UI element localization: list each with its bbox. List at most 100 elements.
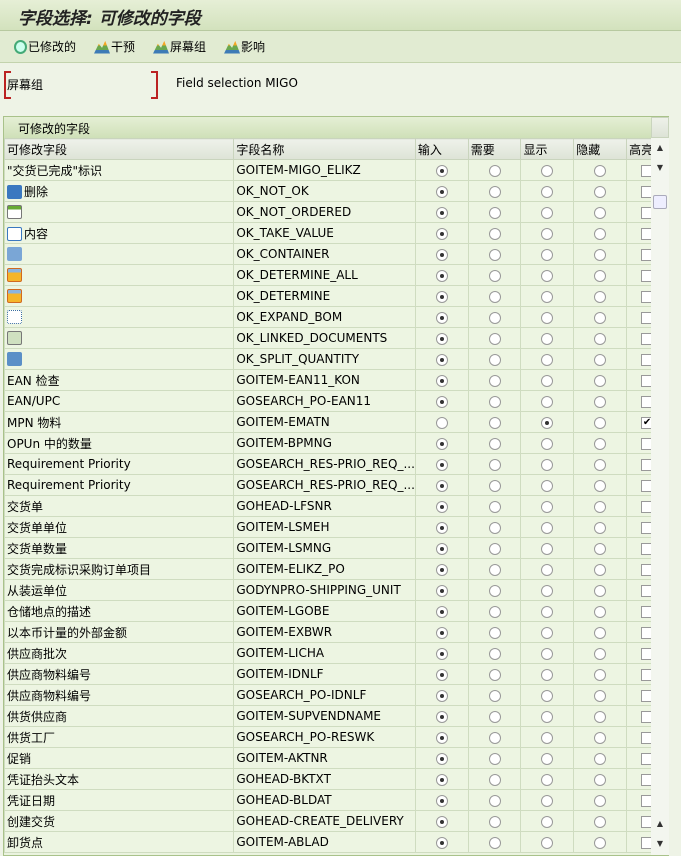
- radio-隐藏[interactable]: [594, 479, 607, 492]
- radio-需要[interactable]: [488, 794, 501, 807]
- radio-需要[interactable]: [488, 458, 501, 471]
- radio-显示[interactable]: [541, 794, 554, 807]
- radio-输入[interactable]: [435, 311, 448, 324]
- radio-需要[interactable]: [488, 773, 501, 786]
- radio-需要[interactable]: [488, 668, 501, 681]
- radio-需要[interactable]: [488, 815, 501, 828]
- radio-隐藏[interactable]: [594, 290, 607, 303]
- radio-显示[interactable]: [541, 395, 554, 408]
- radio-显示[interactable]: [541, 290, 554, 303]
- radio-显示[interactable]: [541, 353, 554, 366]
- radio-隐藏[interactable]: [594, 395, 607, 408]
- radio-输入[interactable]: [435, 374, 448, 387]
- radio-输入[interactable]: [435, 353, 448, 366]
- radio-输入[interactable]: [435, 542, 448, 555]
- radio-显示[interactable]: [541, 479, 554, 492]
- radio-隐藏[interactable]: [594, 647, 607, 660]
- radio-显示[interactable]: [541, 374, 554, 387]
- radio-显示[interactable]: [541, 626, 554, 639]
- radio-需要[interactable]: [488, 605, 501, 618]
- radio-需要[interactable]: [488, 185, 501, 198]
- radio-隐藏[interactable]: [594, 227, 607, 240]
- radio-输入[interactable]: [435, 521, 448, 534]
- radio-输入[interactable]: [435, 269, 448, 282]
- radio-隐藏[interactable]: [594, 710, 607, 723]
- radio-显示[interactable]: [541, 164, 554, 177]
- radio-需要[interactable]: [488, 248, 501, 261]
- vertical-scrollbar[interactable]: ▲ ▼ ▲ ▼: [651, 117, 669, 855]
- radio-显示[interactable]: [541, 647, 554, 660]
- scroll-down-button[interactable]: ▼: [652, 160, 668, 176]
- scroll-up-button[interactable]: ▲: [652, 140, 668, 156]
- page-up-button[interactable]: ▲: [652, 816, 668, 832]
- column-settings-corner[interactable]: [651, 117, 669, 138]
- radio-显示[interactable]: [541, 185, 554, 198]
- radio-隐藏[interactable]: [594, 311, 607, 324]
- radio-输入[interactable]: [435, 689, 448, 702]
- radio-需要[interactable]: [488, 647, 501, 660]
- radio-输入[interactable]: [435, 773, 448, 786]
- radio-输入[interactable]: [435, 290, 448, 303]
- modified-button[interactable]: 已修改的: [14, 38, 76, 55]
- radio-隐藏[interactable]: [594, 584, 607, 597]
- radio-显示[interactable]: [541, 836, 554, 849]
- radio-输入[interactable]: [435, 626, 448, 639]
- radio-输入[interactable]: [435, 836, 448, 849]
- radio-需要[interactable]: [488, 500, 501, 513]
- radio-需要[interactable]: [488, 164, 501, 177]
- radio-需要[interactable]: [488, 332, 501, 345]
- radio-隐藏[interactable]: [594, 185, 607, 198]
- radio-显示[interactable]: [541, 332, 554, 345]
- radio-隐藏[interactable]: [594, 752, 607, 765]
- radio-需要[interactable]: [488, 227, 501, 240]
- radio-显示[interactable]: [541, 248, 554, 261]
- intervene-button[interactable]: 干预: [94, 38, 135, 55]
- radio-隐藏[interactable]: [594, 563, 607, 576]
- radio-需要[interactable]: [488, 626, 501, 639]
- radio-隐藏[interactable]: [594, 248, 607, 261]
- radio-显示[interactable]: [541, 584, 554, 597]
- radio-显示[interactable]: [541, 269, 554, 282]
- page-down-button[interactable]: ▼: [652, 836, 668, 852]
- radio-输入[interactable]: [435, 563, 448, 576]
- radio-需要[interactable]: [488, 353, 501, 366]
- radio-显示[interactable]: [541, 227, 554, 240]
- radio-需要[interactable]: [488, 689, 501, 702]
- radio-隐藏[interactable]: [594, 605, 607, 618]
- radio-显示[interactable]: [541, 710, 554, 723]
- radio-需要[interactable]: [488, 752, 501, 765]
- radio-显示[interactable]: [541, 773, 554, 786]
- radio-隐藏[interactable]: [594, 626, 607, 639]
- radio-隐藏[interactable]: [594, 437, 607, 450]
- radio-隐藏[interactable]: [594, 332, 607, 345]
- radio-需要[interactable]: [488, 311, 501, 324]
- scroll-thumb[interactable]: [653, 195, 667, 209]
- radio-需要[interactable]: [488, 269, 501, 282]
- radio-需要[interactable]: [488, 710, 501, 723]
- radio-显示[interactable]: [541, 311, 554, 324]
- radio-隐藏[interactable]: [594, 353, 607, 366]
- radio-显示[interactable]: [541, 668, 554, 681]
- radio-输入[interactable]: [435, 500, 448, 513]
- radio-输入[interactable]: [435, 794, 448, 807]
- radio-显示[interactable]: [541, 731, 554, 744]
- radio-输入[interactable]: [435, 584, 448, 597]
- radio-隐藏[interactable]: [594, 521, 607, 534]
- radio-输入[interactable]: [435, 479, 448, 492]
- radio-输入[interactable]: [435, 731, 448, 744]
- radio-需要[interactable]: [488, 374, 501, 387]
- radio-隐藏[interactable]: [594, 206, 607, 219]
- column-header[interactable]: 隐藏: [573, 138, 628, 160]
- column-header[interactable]: 字段名称: [233, 138, 416, 160]
- radio-隐藏[interactable]: [594, 458, 607, 471]
- radio-显示[interactable]: [541, 500, 554, 513]
- radio-隐藏[interactable]: [594, 416, 607, 429]
- radio-显示[interactable]: [541, 416, 554, 429]
- radio-隐藏[interactable]: [594, 794, 607, 807]
- column-header[interactable]: 显示: [520, 138, 575, 160]
- column-header[interactable]: 可修改字段: [3, 138, 235, 160]
- radio-输入[interactable]: [435, 164, 448, 177]
- radio-需要[interactable]: [488, 542, 501, 555]
- radio-显示[interactable]: [541, 689, 554, 702]
- radio-隐藏[interactable]: [594, 269, 607, 282]
